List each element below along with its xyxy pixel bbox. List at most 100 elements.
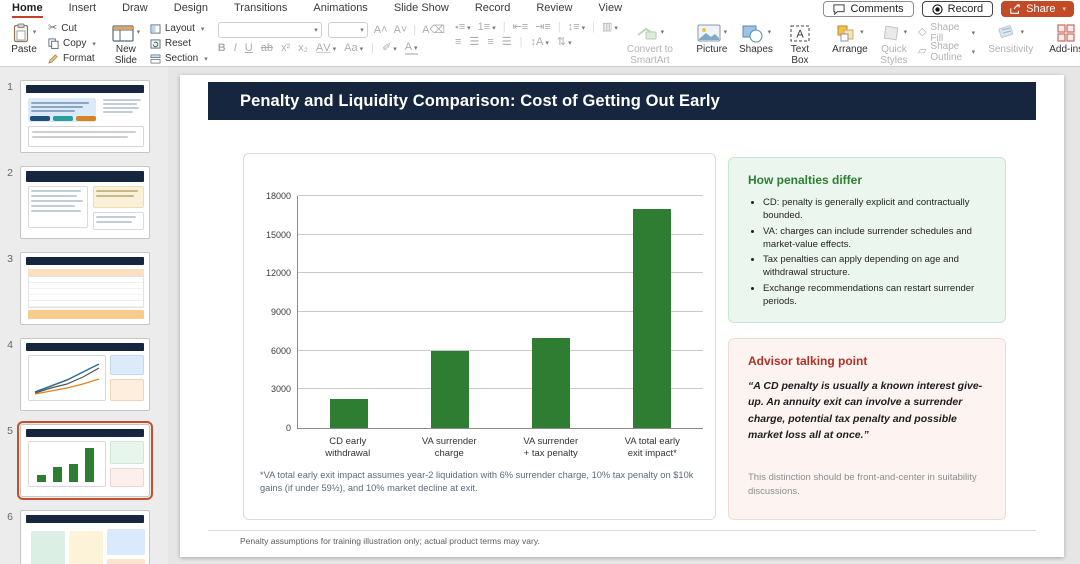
ribbon-tab-review[interactable]: Review xyxy=(536,1,572,16)
character-spacing-button[interactable]: A̲V̲ ▾ xyxy=(316,43,336,54)
align-center-button[interactable]: ☰ xyxy=(469,37,479,48)
strikethrough-button[interactable]: ab xyxy=(261,43,273,54)
picture-button[interactable]: ▾ Picture xyxy=(692,21,732,56)
text-box-button[interactable]: A Text Box xyxy=(780,21,820,67)
add-ins-button[interactable]: Add-ins xyxy=(1046,21,1080,56)
chevron-down-icon: ▾ xyxy=(903,29,908,37)
chevron-down-icon: ▾ xyxy=(971,48,976,56)
slide-number: 5 xyxy=(7,425,13,437)
slide-5[interactable]: Penalty and Liquidity Comparison: Cost o… xyxy=(180,75,1064,557)
y-axis-tick-label: 12000 xyxy=(265,268,291,279)
titlebar-actions: Comments Record Share ▾ xyxy=(823,1,1074,17)
paste-button[interactable]: ▾ Paste xyxy=(4,21,44,56)
comments-button[interactable]: Comments xyxy=(823,1,914,17)
change-case-button[interactable]: Aa ▾ xyxy=(344,43,363,54)
slide-thumbnail-row-4: 4 xyxy=(0,338,168,411)
sensitivity-button[interactable]: ▾ Sensitivity xyxy=(985,21,1036,56)
share-button[interactable]: Share ▾ xyxy=(1001,1,1074,17)
section-button[interactable]: Section ▾ xyxy=(150,52,208,65)
penalty-bullet: Exchange recommendations can restart sur… xyxy=(763,282,986,309)
y-axis-tick-label: 6000 xyxy=(270,345,291,356)
slide-title-bar[interactable]: Penalty and Liquidity Comparison: Cost o… xyxy=(208,82,1036,120)
slide-thumbnail-4[interactable] xyxy=(20,338,150,411)
slide-thumbnail-6[interactable] xyxy=(20,510,150,564)
shapes-button[interactable]: ▾ Shapes xyxy=(736,21,776,56)
ribbon-tab-insert[interactable]: Insert xyxy=(69,1,97,16)
convert-smartart-button[interactable]: ▾ Convert to SmartArt xyxy=(618,21,682,67)
cut-button[interactable]: ✂ Cut xyxy=(48,22,96,35)
ribbon-tab-bar: Home Insert Draw Design Transitions Animation… xyxy=(0,0,1080,17)
layout-button[interactable]: Layout ▾ xyxy=(150,22,208,35)
font-color-button[interactable]: A ▾ xyxy=(404,42,418,55)
ribbon-tab-home[interactable]: Home xyxy=(12,1,43,16)
grow-font-button[interactable]: A˄ xyxy=(374,24,388,36)
align-left-button[interactable]: ≡ xyxy=(455,37,461,48)
arrange-button[interactable]: ▾ Arrange xyxy=(830,21,870,56)
bold-button[interactable]: B xyxy=(218,43,226,54)
subscript-button[interactable]: x₂ xyxy=(298,43,308,54)
font-name-select[interactable]: ▾ xyxy=(217,22,322,38)
advisor-talking-point-panel[interactable]: Advisor talking point “A CD penalty is u… xyxy=(728,338,1006,520)
advisor-note: This distinction should be front-and-cen… xyxy=(748,472,977,497)
columns-button[interactable]: ▥ ▾ xyxy=(602,22,618,33)
bar-3[interactable] xyxy=(532,337,571,428)
slide-number: 6 xyxy=(7,511,13,523)
shape-outline-button[interactable]: ▱ Shape Outline ▾ xyxy=(917,41,976,63)
x-axis-category-label: CD early withdrawal xyxy=(325,436,371,459)
numbering-button[interactable]: 1≡ ▾ xyxy=(478,22,496,33)
slide-thumbnail-row-1: 1 xyxy=(0,80,168,153)
increase-indent-button[interactable]: ⇥≡ xyxy=(535,22,551,33)
record-button[interactable]: Record xyxy=(921,1,994,17)
slide-thumbnail-1[interactable] xyxy=(20,80,150,153)
new-slide-button[interactable]: ▾ New Slide xyxy=(106,21,146,67)
x-axis-category-label: VA surrender + tax penalty xyxy=(523,436,579,459)
paste-clipboard-icon xyxy=(13,23,28,43)
quick-styles-button[interactable]: ▾ Quick Styles xyxy=(874,21,914,67)
slide-thumbnail-5[interactable] xyxy=(17,421,153,500)
pencil-outline-icon: ▱ xyxy=(917,45,927,57)
ribbon-tab-view[interactable]: View xyxy=(598,1,622,16)
reset-button[interactable]: Reset xyxy=(150,37,208,50)
bar-4[interactable] xyxy=(633,208,672,428)
bar-2[interactable] xyxy=(430,350,469,428)
bar-chart-panel[interactable]: 0 3000 6000 9000 12000 15000 18000 CD early wi… xyxy=(243,153,716,520)
copy-button[interactable]: Copy ▾ xyxy=(48,37,96,50)
slide-title: Penalty and Liquidity Comparison: Cost o… xyxy=(240,91,720,110)
text-direction-button[interactable]: ↕A ▾ xyxy=(531,37,549,48)
slides-group: ▾ New Slide Layout ▾ Reset Section ▾ xyxy=(106,19,208,67)
ribbon-tab-draw[interactable]: Draw xyxy=(122,1,148,16)
decrease-indent-button[interactable]: ⇤≡ xyxy=(513,22,529,33)
ribbon-tab-transitions[interactable]: Transitions xyxy=(234,1,287,16)
ribbon-tab-design[interactable]: Design xyxy=(174,1,208,16)
picture-label: Picture xyxy=(696,44,728,55)
bar-1[interactable] xyxy=(329,399,368,428)
slide-number: 1 xyxy=(7,81,13,93)
align-text-button[interactable]: ⇅ ▾ xyxy=(557,37,572,48)
clear-formatting-button[interactable]: A⌫ xyxy=(422,24,445,36)
chevron-down-icon: ▾ xyxy=(767,29,772,37)
shrink-font-button[interactable]: A˅ xyxy=(394,24,408,36)
ribbon-tab-record[interactable]: Record xyxy=(475,1,510,16)
advisor-quote: “A CD penalty is usually a known interes… xyxy=(748,380,983,441)
justify-button[interactable]: ☰ xyxy=(502,37,512,48)
add-ins-grid-icon xyxy=(1057,24,1075,42)
bullets-button[interactable]: 🞄≡ ▾ xyxy=(455,22,471,33)
font-size-select[interactable]: ▾ xyxy=(327,22,368,38)
how-penalties-differ-panel[interactable]: How penalties differ CD: penalty is gene… xyxy=(728,157,1006,323)
y-axis-tick-label: 9000 xyxy=(270,307,291,317)
italic-button[interactable]: I xyxy=(234,43,237,54)
format-painter-button[interactable]: Format xyxy=(48,52,96,65)
shapes-label: Shapes xyxy=(738,44,773,55)
shape-outline-label: Shape Outline xyxy=(930,40,963,63)
align-right-button[interactable]: ≡ xyxy=(487,37,493,48)
superscript-button[interactable]: x² xyxy=(281,43,290,54)
line-spacing-button[interactable]: ↕≡ ▾ xyxy=(568,22,585,33)
text-highlight-button[interactable]: ✐ ▾ xyxy=(382,43,397,54)
shape-fill-button[interactable]: ◇ Shape Fill ▾ xyxy=(918,22,975,44)
slide-thumbnail-3[interactable] xyxy=(20,252,150,325)
slide-thumbnail-2[interactable] xyxy=(20,166,150,239)
chart-footnote: *VA total early exit impact assumes year… xyxy=(260,470,694,494)
ribbon-tab-slide-show[interactable]: Slide Show xyxy=(394,1,449,16)
ribbon-tab-animations[interactable]: Animations xyxy=(313,1,367,16)
underline-button[interactable]: U xyxy=(245,43,253,54)
